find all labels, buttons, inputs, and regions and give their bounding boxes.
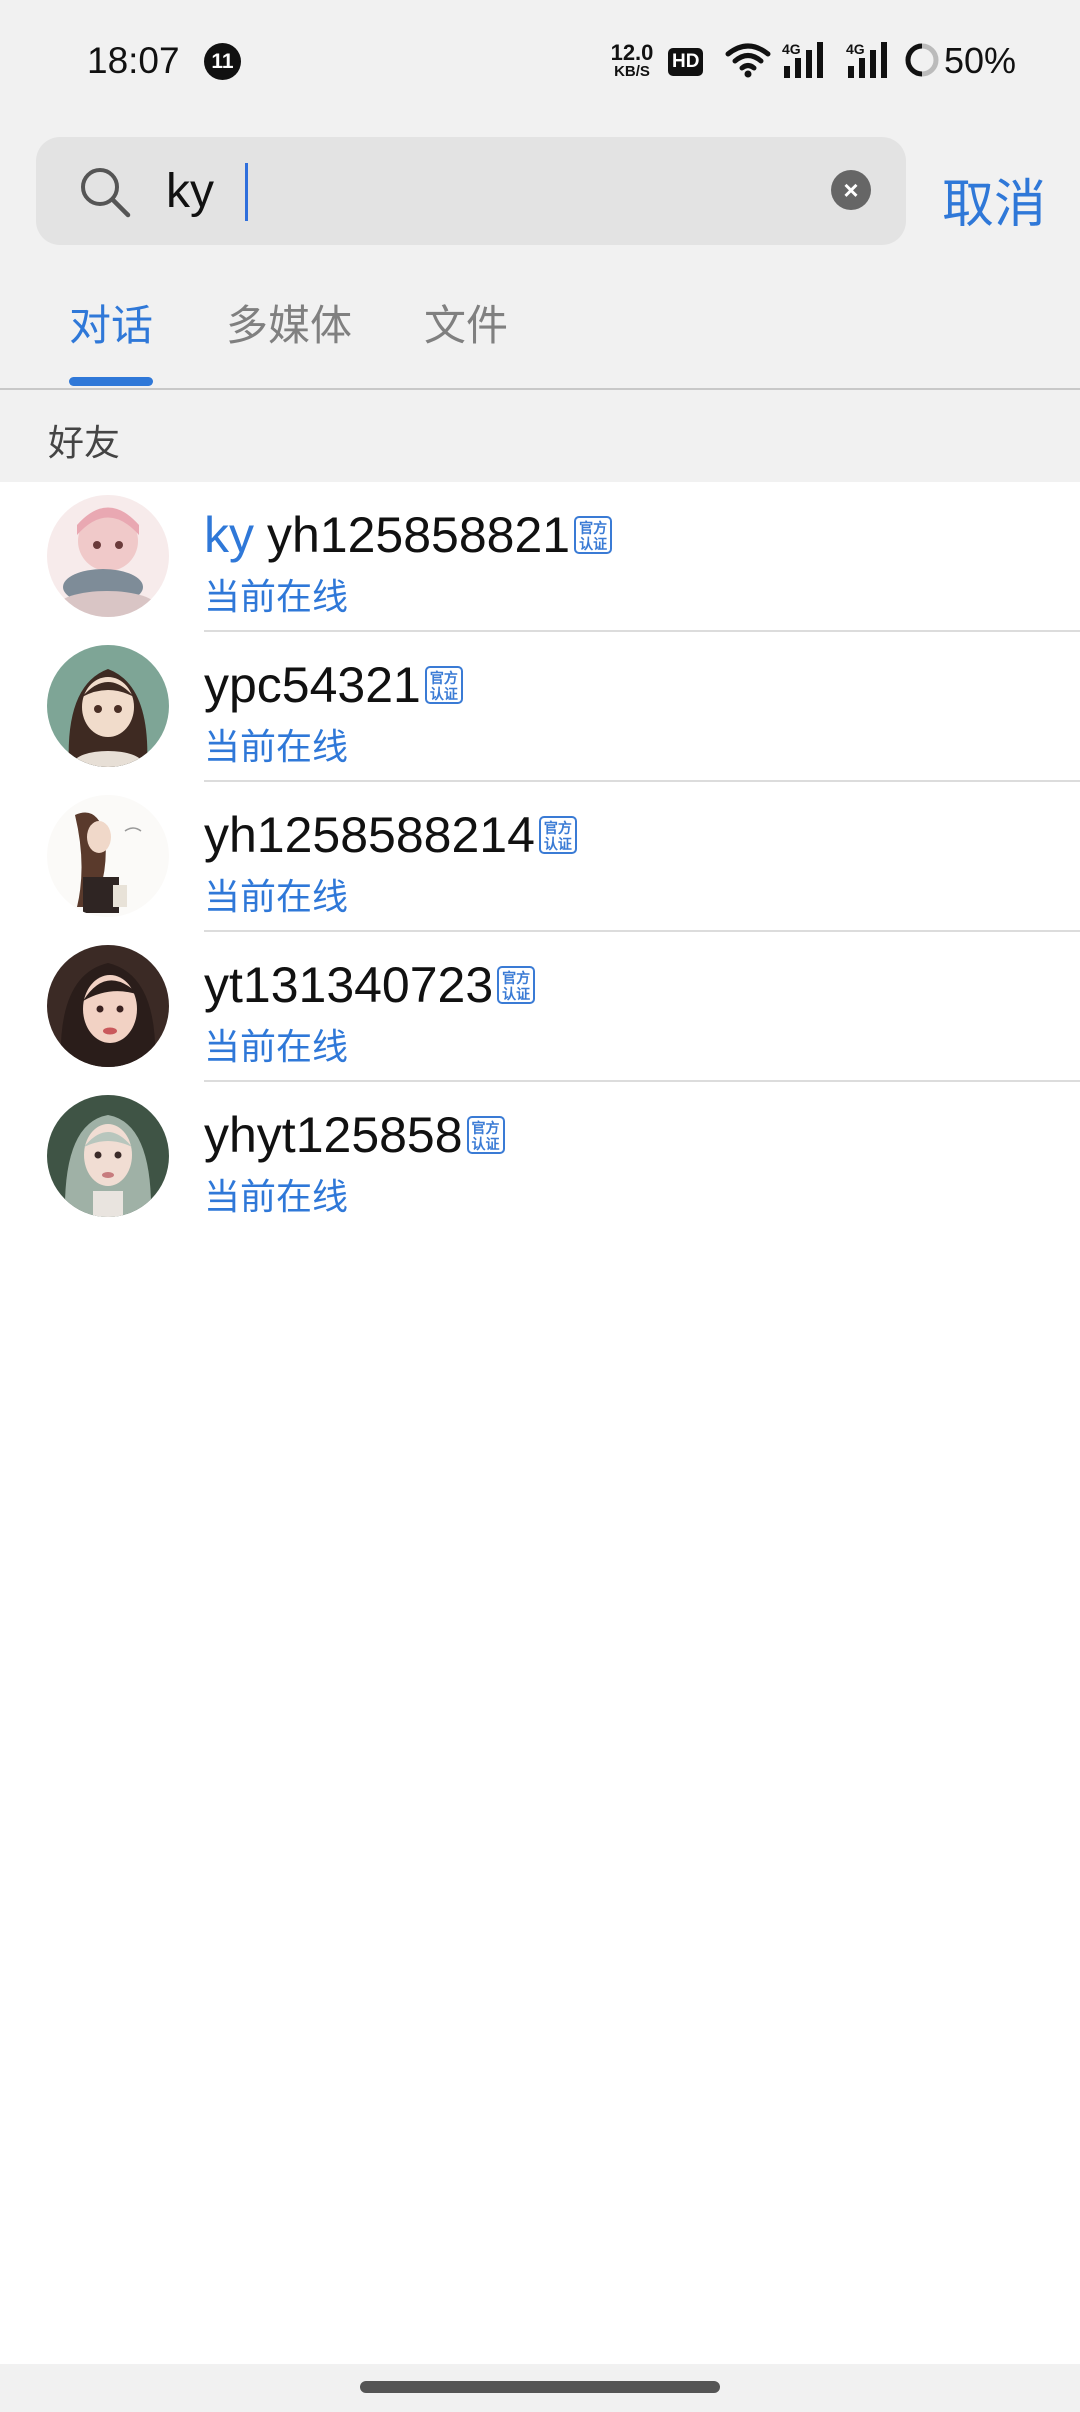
status-time: 18:07 (87, 40, 180, 81)
hd-voice-icon: HD (668, 48, 704, 76)
battery-ring-icon (905, 43, 939, 77)
online-status: 当前在线 (204, 576, 349, 617)
section-header-friends: 好友 (0, 390, 1080, 482)
list-item[interactable]: yhyt125858 官方 认证 当前在线 (0, 1082, 1080, 1232)
signal-4g-icon-2: 4G (846, 41, 887, 78)
online-status: 当前在线 (204, 1176, 349, 1217)
contact-name-text: yt131340723 (204, 957, 494, 1013)
notification-count-badge: 11 (204, 43, 241, 80)
contact-name-text: yh1258588214 (204, 807, 535, 863)
verified-badge: 官方 认证 (574, 516, 613, 554)
contact-name: ky yh125858821 官方 认证 (204, 506, 613, 564)
wifi-icon (725, 43, 771, 78)
text-cursor (245, 163, 248, 221)
search-results-list: ky yh125858821 官方 认证 当前在线 ypc54321 官方 认证 当… (0, 482, 1080, 1232)
signal-4g-icon: 4G (782, 41, 823, 78)
contact-name: ypc54321 官方 认证 (204, 656, 463, 714)
active-tab-indicator (69, 377, 153, 386)
list-item[interactable]: ypc54321 官方 认证 当前在线 (0, 632, 1080, 782)
search-bar[interactable]: × (36, 137, 906, 245)
section-title: 好友 (48, 422, 121, 463)
network-speed-value: 12.0 (610, 40, 654, 65)
tab-files[interactable]: 文件 (424, 292, 508, 353)
tab-media[interactable]: 多媒体 (226, 292, 352, 353)
contact-name: yh1258588214 官方 认证 (204, 806, 577, 864)
contact-name-text: ypc54321 (204, 657, 421, 713)
network-speed-unit: KB/S (614, 63, 650, 80)
list-item[interactable]: yt131340723 官方 认证 当前在线 (0, 932, 1080, 1082)
search-icon (81, 168, 131, 218)
search-input[interactable] (166, 153, 826, 229)
network-speed: 12.0 KB/S (606, 40, 658, 80)
cancel-button[interactable]: 取消 (942, 162, 1046, 237)
tab-conversations[interactable]: 对话 (69, 292, 153, 353)
avatar (47, 795, 169, 917)
avatar (47, 645, 169, 767)
contact-name: yhyt125858 官方 认证 (204, 1106, 505, 1164)
signal-4g-label: 4G (782, 41, 801, 57)
contact-name-text: yh125858821 (267, 507, 571, 563)
avatar (47, 1095, 169, 1217)
match-highlight: ky (204, 507, 254, 563)
navigation-bar (0, 2364, 1080, 2412)
home-indicator[interactable] (360, 2381, 720, 2393)
signal-4g-label-2: 4G (846, 41, 865, 57)
verified-badge: 官方 认证 (497, 966, 536, 1004)
list-item[interactable]: ky yh125858821 官方 认证 当前在线 (0, 482, 1080, 632)
battery-percent: 50% (944, 40, 1017, 81)
avatar (47, 945, 169, 1067)
online-status: 当前在线 (204, 726, 349, 767)
contact-name-text: yhyt125858 (204, 1107, 463, 1163)
verified-badge: 官方 认证 (538, 816, 577, 854)
online-status: 当前在线 (204, 1026, 349, 1067)
verified-badge: 官方 认证 (466, 1116, 505, 1154)
list-item[interactable]: yh1258588214 官方 认证 当前在线 (0, 782, 1080, 932)
clear-icon[interactable]: × (831, 170, 871, 210)
verified-badge: 官方 认证 (424, 666, 463, 704)
contact-name: yt131340723 官方 认证 (204, 956, 536, 1014)
online-status: 当前在线 (204, 876, 349, 917)
status-bar: 18:07 11 12.0 KB/S HD 4G 4G 50% (0, 0, 1080, 124)
avatar (47, 495, 169, 617)
